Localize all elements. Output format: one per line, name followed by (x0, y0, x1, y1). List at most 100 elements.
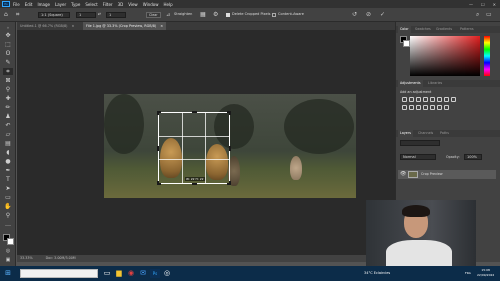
healing-tool-icon[interactable]: ✚ (3, 95, 13, 102)
menu-edit[interactable]: Edit (25, 2, 33, 7)
history-brush-tool-icon[interactable]: ↶ (3, 122, 13, 129)
layer-name[interactable]: Crop Preview (421, 171, 443, 177)
posterize-icon[interactable] (430, 105, 435, 110)
blend-mode-select[interactable]: Normal (400, 154, 436, 160)
cancel-icon[interactable]: ⊘ (366, 12, 371, 18)
hand-tool-icon[interactable]: ✋ (3, 203, 13, 210)
lasso-tool-icon[interactable]: ʘ (3, 50, 13, 57)
tab-color[interactable]: Color (398, 26, 411, 33)
menu-3d[interactable]: 3D (118, 2, 124, 7)
tab-file1[interactable]: File 1.jpg @ 33.3% (Crop Preview, RGB/8)… (83, 22, 167, 30)
close-tab-icon[interactable]: × (160, 24, 163, 28)
black-white-icon[interactable] (451, 97, 456, 102)
windows-start-icon[interactable]: ⊞ (3, 269, 13, 278)
photoshop-taskbar-icon[interactable]: Ps (150, 269, 160, 278)
tab-paths[interactable]: Paths (438, 130, 451, 137)
channel-mixer-icon[interactable] (409, 105, 414, 110)
menu-window[interactable]: Window (143, 2, 159, 7)
marquee-tool-icon[interactable]: ⬚ (3, 41, 13, 48)
swap-icon[interactable]: ⇄ (98, 12, 101, 17)
menu-layer[interactable]: Layer (55, 2, 66, 7)
exposure-icon[interactable] (423, 97, 428, 102)
tab-gradients[interactable]: Gradients (434, 26, 454, 33)
weather-widget[interactable]: 34°C Eclaircies (364, 268, 390, 279)
reset-icon[interactable]: ↺ (352, 12, 357, 18)
tab-layers[interactable]: Layers (398, 130, 413, 137)
brush-tool-icon[interactable]: ✏ (3, 104, 13, 111)
pen-tool-icon[interactable]: ✒ (3, 167, 13, 174)
obs-icon[interactable]: ◎ (162, 269, 172, 278)
type-tool-icon[interactable]: T (3, 176, 13, 183)
visibility-eye-icon[interactable]: 👁 (400, 171, 406, 178)
menu-view[interactable]: View (128, 2, 138, 7)
stamp-tool-icon[interactable]: ♟ (3, 113, 13, 120)
clock[interactable]: 15:08 22/09/2022 (477, 268, 494, 278)
ratio-select[interactable]: 1:1 (Square) (38, 12, 70, 18)
close-tab-icon[interactable]: × (71, 24, 74, 28)
gradient-tool-icon[interactable]: ▤ (3, 140, 13, 147)
straighten-icon[interactable]: ⊿ (166, 12, 170, 18)
clear-button[interactable]: Clear (146, 12, 161, 18)
crop-tool-icon[interactable]: ⌗ (3, 68, 13, 75)
brightness-icon[interactable] (402, 97, 407, 102)
menu-type[interactable]: Type (71, 2, 80, 7)
curves-icon[interactable] (416, 97, 421, 102)
menu-help[interactable]: Help (163, 2, 172, 7)
hue-saturation-icon[interactable] (437, 97, 442, 102)
threshold-icon[interactable] (437, 105, 442, 110)
taskbar-search[interactable] (20, 269, 98, 278)
photo-filter-icon[interactable] (402, 105, 407, 110)
tab-untitled[interactable]: Untitled-1 @ 66.7% (RGB/8) × (17, 22, 77, 30)
tab-channels[interactable]: Channels (416, 130, 435, 137)
crop-handle-top-right[interactable] (227, 111, 231, 115)
crop-tool-icon[interactable]: ⌗ (16, 12, 19, 18)
screen-mode-icon[interactable]: ▣ (3, 257, 13, 264)
commit-check-icon[interactable]: ✓ (380, 12, 385, 18)
shape-tool-icon[interactable]: ▭ (3, 194, 13, 201)
tab-patterns[interactable]: Patterns (458, 26, 476, 33)
eyedropper-tool-icon[interactable]: ⚲ (3, 86, 13, 93)
crop-handle-left[interactable] (157, 146, 161, 151)
layer-row[interactable]: 👁 Crop Preview (398, 170, 496, 179)
crop-handle-top[interactable] (192, 111, 197, 115)
panel-collapse-icon[interactable]: » (3, 24, 13, 31)
more-tools-icon[interactable]: … (3, 221, 13, 228)
eraser-tool-icon[interactable]: ▱ (3, 131, 13, 138)
crop-handle-top-left[interactable] (157, 111, 161, 115)
content-aware-checkbox[interactable] (272, 13, 276, 17)
levels-icon[interactable] (409, 97, 414, 102)
tab-adjustments[interactable]: Adjustments (398, 80, 423, 87)
tab-libraries[interactable]: Libraries (426, 80, 444, 87)
opacity-field[interactable]: 100% (464, 154, 482, 160)
gradient-map-icon[interactable] (444, 105, 449, 110)
delete-cropped-checkbox[interactable] (226, 13, 230, 17)
color-lookup-icon[interactable] (416, 105, 421, 110)
menu-select[interactable]: Select (85, 2, 97, 7)
crop-handle-bottom-right[interactable] (227, 181, 231, 185)
file-explorer-icon[interactable]: ▆ (114, 269, 124, 278)
frame-tool-icon[interactable]: ⊠ (3, 77, 13, 84)
straighten-label[interactable]: Straighten (174, 12, 192, 17)
task-view-icon[interactable]: ▭ (102, 269, 112, 278)
zoom-tool-icon[interactable]: ⚲ (3, 212, 13, 219)
crop-handle-bottom-left[interactable] (157, 181, 161, 185)
language-indicator[interactable]: FRA (465, 268, 471, 279)
close-icon[interactable]: ✕ (493, 2, 496, 7)
hue-slider[interactable] (484, 36, 490, 76)
quick-mask-icon[interactable]: ◎ (3, 248, 13, 255)
move-tool-icon[interactable]: ✥ (3, 32, 13, 39)
color-picker-field[interactable] (410, 36, 480, 76)
width-field[interactable]: 1 (76, 12, 96, 18)
bg-color-chip[interactable] (403, 40, 410, 47)
workspace-icon[interactable]: ▭ (486, 12, 492, 18)
home-icon[interactable]: ⌂ (4, 12, 8, 18)
menu-file[interactable]: File (13, 2, 20, 7)
dodge-tool-icon[interactable]: ● (3, 158, 13, 165)
vibrance-icon[interactable] (430, 97, 435, 102)
background-color-swatch[interactable] (7, 238, 14, 245)
quick-select-tool-icon[interactable]: ✎ (3, 59, 13, 66)
tab-swatches[interactable]: Swatches (413, 26, 433, 33)
zoom-level[interactable]: 33.33% (20, 256, 33, 260)
crop-handle-bottom[interactable] (192, 181, 197, 185)
path-select-tool-icon[interactable]: ➤ (3, 185, 13, 192)
